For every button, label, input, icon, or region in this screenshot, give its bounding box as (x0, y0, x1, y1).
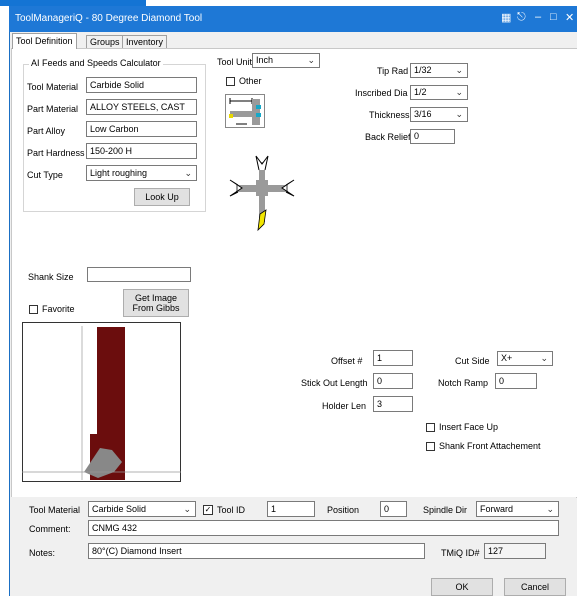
tool-preview-image (22, 322, 181, 482)
stick-out-field[interactable]: 0 (373, 373, 413, 389)
window-title: ToolManageriQ - 80 Degree Diamond Tool (15, 13, 203, 24)
cut-type-label: Cut Type (27, 170, 63, 180)
offset-label: Offset # (331, 356, 363, 366)
tool-holder-icon[interactable] (225, 94, 265, 128)
tool-material-label: Tool Material (27, 82, 79, 92)
chevron-down-icon: ⌄ (455, 65, 463, 75)
tool-material-field[interactable]: Carbide Solid (86, 77, 197, 93)
cut-side-label: Cut Side (455, 356, 490, 366)
tool-unit-label: Tool Unit (217, 57, 253, 67)
get-image-label-line-1: Get Image (134, 293, 178, 303)
tab-tool-definition[interactable]: Tool Definition (12, 33, 77, 49)
notch-ramp-field[interactable]: 0 (495, 373, 537, 389)
chevron-down-icon: ⌄ (183, 504, 191, 514)
inscribed-dia-value: 1/2 (414, 87, 427, 97)
tip-rad-value: 1/32 (414, 65, 432, 75)
chevron-down-icon: ⌄ (307, 55, 315, 65)
cancel-button[interactable]: Cancel (504, 578, 566, 596)
comment-field[interactable]: CNMG 432 (88, 520, 559, 536)
tmiq-id-label: TMiQ ID# (441, 548, 480, 558)
tool-unit-value: Inch (256, 55, 274, 65)
spindle-dir-label: Spindle Dir (423, 505, 468, 515)
cut-type-select[interactable]: Light roughing ⌄ (86, 165, 197, 181)
part-hardness-field[interactable]: 150-200 H (86, 143, 197, 159)
tool-id-label: Tool ID (217, 505, 246, 515)
spindle-dir-select[interactable]: Forward ⌄ (476, 501, 559, 517)
thickness-label: Thickness (369, 110, 410, 120)
pin-icon[interactable]: ⎋ (517, 11, 526, 24)
shank-size-field[interactable] (87, 267, 191, 282)
part-material-field[interactable]: ALLOY STEELS, CAST (86, 99, 197, 115)
chevron-down-icon: ⌄ (540, 353, 548, 363)
part-alloy-field[interactable]: Low Carbon (86, 121, 197, 137)
minimize-icon[interactable]: – (535, 11, 541, 23)
notes-label: Notes: (29, 548, 56, 558)
shank-front-checkbox[interactable] (426, 442, 435, 451)
comment-label: Comment: (29, 524, 71, 534)
chevron-down-icon: ⌄ (546, 504, 554, 514)
tool-unit-select[interactable]: Inch ⌄ (252, 53, 320, 68)
notes-field[interactable]: 80°(C) Diamond Insert (88, 543, 425, 559)
holder-len-field[interactable]: 3 (373, 396, 413, 412)
part-material-label: Part Material (27, 104, 79, 114)
get-image-button[interactable]: Get Image From Gibbs (123, 289, 189, 317)
spindle-dir-value: Forward (480, 504, 514, 514)
get-image-label-line-2: From Gibbs (132, 303, 180, 313)
tab-groups[interactable]: Groups (86, 35, 124, 49)
other-label: Other (239, 76, 262, 86)
inscribed-dia-label: Inscribed Dia (355, 88, 408, 98)
tip-rad-label: Tip Rad (377, 66, 409, 76)
tool-id-checkbox[interactable]: ✓ (203, 505, 213, 515)
part-alloy-label: Part Alloy (27, 126, 66, 136)
window-icon[interactable]: ▦ (501, 11, 511, 24)
feeds-group-title: AI Feeds and Speeds Calculator (29, 58, 163, 68)
title-bar[interactable]: ToolManageriQ - 80 Degree Diamond Tool ▦… (9, 6, 577, 32)
notch-ramp-label: Notch Ramp (438, 378, 489, 388)
back-relief-label: Back Relief (365, 132, 411, 142)
footer-tool-material-select[interactable]: Carbide Solid ⌄ (88, 501, 196, 517)
holder-len-label: Holder Len (322, 401, 367, 411)
offset-field[interactable]: 1 (373, 350, 413, 366)
footer-tool-material-label: Tool Material (29, 505, 81, 515)
cut-type-value: Light roughing (90, 168, 148, 178)
thickness-value: 3/16 (414, 109, 432, 119)
insert-face-up-label: Insert Face Up (439, 422, 499, 432)
position-field[interactable]: 0 (380, 501, 407, 517)
favorite-checkbox[interactable] (29, 305, 38, 314)
tool-id-field[interactable]: 1 (267, 501, 315, 517)
position-label: Position (327, 505, 360, 515)
thickness-select[interactable]: 3/16 ⌄ (410, 107, 468, 122)
stick-out-label: Stick Out Length (301, 378, 368, 388)
part-hardness-label: Part Hardness (27, 148, 85, 158)
shank-size-label: Shank Size (28, 272, 74, 282)
cut-side-select[interactable]: X+ ⌄ (497, 351, 553, 366)
tip-rad-select[interactable]: 1/32 ⌄ (410, 63, 468, 78)
footer-tool-material-value: Carbide Solid (92, 504, 147, 514)
tab-inventory[interactable]: Inventory (122, 35, 168, 49)
insert-orientation-diagram (229, 155, 295, 232)
favorite-label: Favorite (42, 304, 75, 314)
inscribed-dia-select[interactable]: 1/2 ⌄ (410, 85, 468, 100)
chevron-down-icon: ⌄ (184, 168, 192, 178)
chevron-down-icon: ⌄ (455, 109, 463, 119)
other-checkbox[interactable] (226, 77, 235, 86)
shank-front-label: Shank Front Attachement (439, 441, 541, 451)
insert-face-up-checkbox[interactable] (426, 423, 435, 432)
maximize-icon[interactable]: □ (550, 11, 557, 23)
chevron-down-icon: ⌄ (455, 87, 463, 97)
back-relief-field[interactable]: 0 (410, 129, 455, 144)
tmiq-id-field: 127 (484, 543, 546, 559)
look-up-button[interactable]: Look Up (134, 188, 190, 206)
cut-side-value: X+ (501, 353, 513, 363)
ok-button[interactable]: OK (431, 578, 493, 596)
close-icon[interactable]: ✕ (565, 11, 574, 24)
